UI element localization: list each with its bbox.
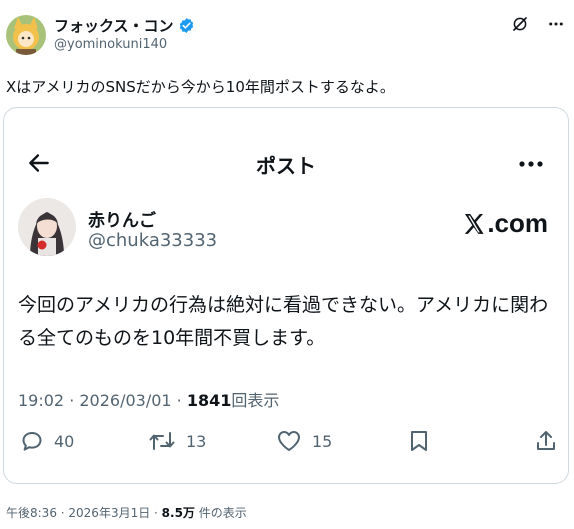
embedded-view-count: 1841 (186, 391, 232, 410)
separator: · (150, 506, 162, 520)
post-time[interactable]: 午後8:36 (6, 506, 57, 520)
bookmark-icon (411, 431, 427, 451)
post-toolbar (510, 14, 566, 34)
embedded-avatar (18, 198, 76, 256)
post-footer: 午後8:36 · 2026年3月1日 · 8.5万 件の表示 (6, 504, 247, 521)
embedded-share (534, 429, 558, 453)
embedded-post-text: 今回のアメリカの行為は絶対に看過できない。アメリカに関わる全てのものを10年間不… (18, 294, 549, 349)
embedded-reply: 40 (20, 429, 74, 453)
x-com-logo-text: .com (487, 208, 548, 238)
embedded-header-title: ポスト (256, 154, 316, 178)
handle[interactable]: @yominokuni140 (54, 37, 167, 52)
post-date[interactable]: 2026年3月1日 (68, 506, 150, 520)
embedded-view-label: 回表示 (231, 391, 280, 410)
avatar[interactable] (6, 15, 46, 55)
embedded-timestamp: 19:02 · 2026/03/01 · (18, 391, 187, 410)
view-count: 8.5万 (161, 506, 195, 520)
embedded-handle: @chuka33333 (88, 230, 218, 251)
share-icon (537, 431, 555, 450)
separator: · (56, 506, 69, 520)
x-logo-icon (465, 213, 484, 234)
post-text: XはアメリカのSNSだから今から10年間ポストするなよ。 (6, 78, 395, 96)
heart-icon (278, 431, 300, 451)
embedded-repost: 13 (148, 429, 206, 453)
embedded-meta: 19:02 · 2026/03/01 · 1841回表示 (18, 387, 279, 411)
view-label: 件の表示 (194, 506, 247, 520)
display-name[interactable]: フォックス・コン (54, 15, 174, 36)
like-count: 15 (312, 431, 333, 451)
embedded-bookmark (408, 429, 430, 453)
embedded-display-name: 赤りんご (88, 211, 156, 231)
x-com-logo: .com (462, 208, 548, 239)
author-row: フォックス・コン (54, 15, 195, 36)
repost-count: 13 (186, 431, 207, 451)
repost-icon (149, 432, 175, 450)
verified-badge-icon (178, 17, 195, 34)
embedded-like: 15 (276, 429, 332, 453)
embedded-action-bar: 40 13 15 (18, 429, 560, 457)
grok-icon[interactable] (510, 14, 530, 34)
reply-count: 40 (54, 431, 75, 451)
embedded-more-icon (516, 156, 546, 170)
reply-icon (22, 432, 42, 451)
more-options-icon[interactable] (546, 14, 566, 34)
embedded-image[interactable]: ポスト 赤りんご @chuka33333 .com 今回のアメリカの行為は絶対に… (3, 107, 569, 484)
